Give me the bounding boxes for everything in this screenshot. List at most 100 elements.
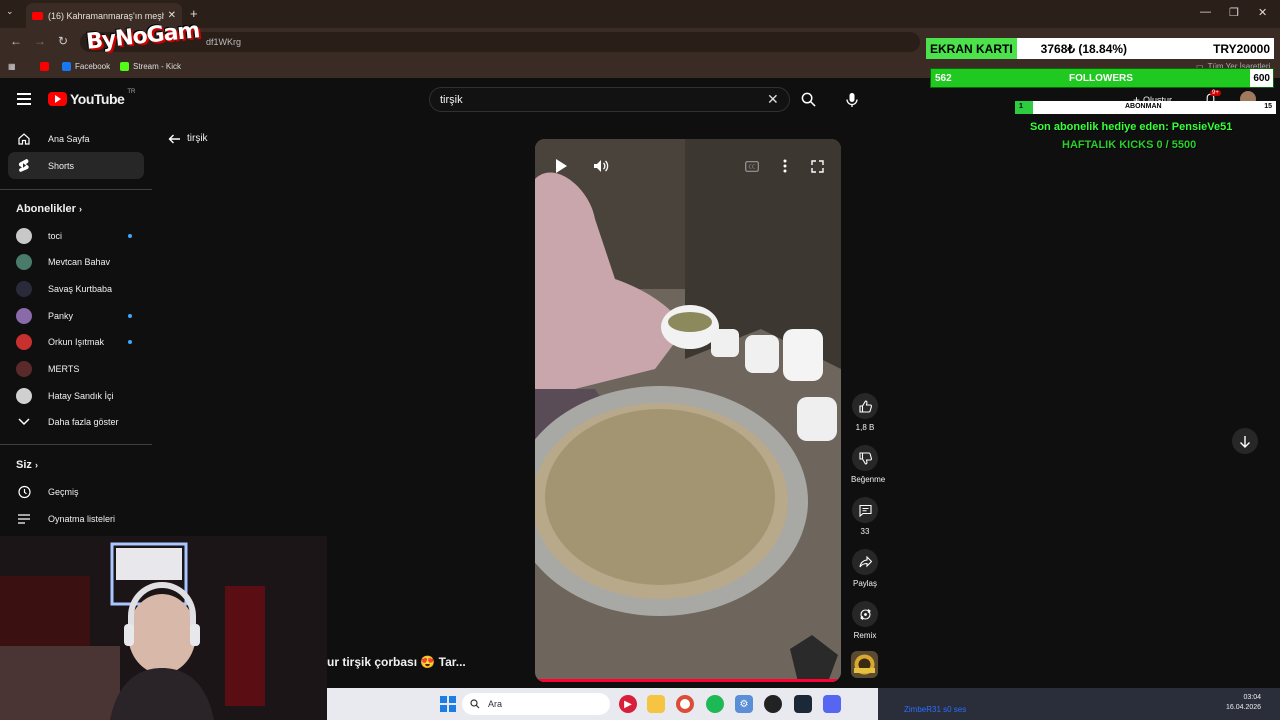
sidebar-item-playlists[interactable]: Oynatma listeleri — [8, 505, 144, 532]
tab-title: (16) Kahramanmaraş'ın meşhur — [48, 10, 164, 21]
show-more-button[interactable]: Daha fazla göster — [8, 408, 144, 435]
back-nav-icon[interactable]: ← — [10, 34, 22, 48]
followers-target: 600 — [1250, 69, 1273, 87]
new-content-dot — [128, 233, 132, 238]
play-icon — [556, 159, 567, 173]
webcam-feed — [0, 536, 327, 720]
video-frame — [535, 139, 841, 682]
youtube-logo[interactable]: YouTube TR — [48, 89, 136, 107]
next-short-button[interactable] — [1232, 428, 1258, 454]
search-button[interactable] — [790, 87, 826, 112]
settings-gear-icon[interactable]: ⚙ — [735, 695, 753, 713]
like-button[interactable]: 1,8 B — [851, 393, 879, 432]
close-tab-icon[interactable]: ✕ — [168, 10, 176, 21]
search-input[interactable]: tirşik — [429, 87, 790, 112]
bookmark-youtube[interactable] — [40, 62, 49, 71]
close-window-button[interactable]: ✕ — [1258, 6, 1267, 19]
bookmark-kick[interactable]: Stream - Kick — [120, 62, 181, 71]
sidebar-item-shorts[interactable]: Shorts — [8, 152, 144, 179]
back-link-label: tirşik — [187, 133, 208, 144]
sidebar-channel-orkun-isitmak[interactable]: Orkun Işıtmak — [8, 328, 144, 355]
webcam-image — [0, 536, 327, 720]
channel-name: MERTS — [48, 363, 80, 374]
back-to-search-link[interactable]: tirşik — [168, 133, 208, 144]
fullscreen-button[interactable] — [805, 156, 829, 176]
history-icon — [16, 484, 32, 500]
taskbar-search-placeholder: Ara — [488, 699, 503, 709]
tray-overlay-text: ZimbeR31 s0 ses — [904, 705, 967, 714]
shorts-icon — [16, 158, 32, 174]
file-explorer-icon[interactable] — [647, 695, 665, 713]
taskbar-search[interactable]: Ara — [462, 693, 610, 715]
sidebar-item-label: Oynatma listeleri — [48, 513, 116, 524]
tab-list-chevron-icon[interactable]: ⌄ — [6, 6, 14, 17]
gpu-goal-target: TRY20000 — [1213, 41, 1270, 56]
comments-button[interactable]: 33 — [851, 497, 879, 536]
url-field[interactable]: df1WKrg — [80, 32, 920, 52]
subscriptions-heading-label: Abonelikler — [16, 203, 76, 215]
subscriptions-heading[interactable]: Abonelikler › — [16, 203, 82, 215]
chevron-down-icon — [16, 414, 32, 430]
sidebar-item-label: Shorts — [48, 160, 75, 171]
subs-current: 1 — [1019, 103, 1023, 110]
volume-button[interactable] — [589, 156, 613, 176]
taskbar-clock[interactable]: 03:04 16.04.2026 — [1226, 693, 1261, 713]
channel-name: Panky — [48, 310, 74, 321]
sidebar-item-history[interactable]: Geçmiş — [8, 478, 144, 505]
bookmark-label: Facebook — [75, 62, 111, 71]
youtube-wordmark: YouTube — [70, 91, 125, 107]
sidebar-channel-panky[interactable]: Panky — [8, 302, 144, 329]
play-button[interactable] — [549, 156, 573, 176]
you-heading[interactable]: Siz › — [16, 459, 38, 471]
clear-search-icon[interactable]: ✕ — [767, 91, 779, 108]
media-player-icon[interactable]: ▶ — [619, 695, 637, 713]
playlist-icon — [16, 511, 32, 527]
spotify-icon[interactable] — [706, 695, 724, 713]
svg-text:CC: CC — [749, 164, 756, 170]
you-heading-label: Siz — [16, 459, 32, 471]
reload-icon[interactable]: ↻ — [58, 34, 68, 48]
subs-label: ABONMAN — [1125, 103, 1162, 110]
arrow-down-icon — [1240, 435, 1250, 448]
chrome-icon[interactable] — [676, 695, 694, 713]
forward-nav-icon[interactable]: → — [34, 34, 46, 48]
apps-grid-icon[interactable]: ▦ — [8, 62, 16, 71]
remix-button[interactable]: Remix — [851, 601, 879, 640]
comment-icon — [852, 497, 878, 523]
sidebar-channel-savas-kurtbaba[interactable]: Savaş Kurtbaba — [8, 275, 144, 302]
sidebar-channel-mevtcan-bahav[interactable]: Mevtcan Bahav — [8, 248, 144, 275]
obs-icon[interactable] — [764, 695, 782, 713]
video-progress-bar[interactable] — [535, 679, 841, 682]
captions-button[interactable]: CC — [740, 156, 764, 176]
share-button[interactable]: Paylaş — [851, 549, 879, 588]
sidebar-channel-toci[interactable]: toci — [8, 222, 144, 249]
sidebar-divider — [0, 189, 152, 190]
channel-name: toci — [48, 230, 63, 241]
notification-badge: 9+ — [1210, 90, 1221, 96]
steam-icon[interactable] — [794, 695, 812, 713]
channel-avatar — [16, 280, 32, 297]
menu-hamburger-icon[interactable] — [17, 93, 31, 108]
show-more-label: Daha fazla göster — [48, 416, 119, 427]
channel-name: Hatay Sandık İçi — [48, 390, 114, 401]
more-options-button[interactable] — [773, 156, 797, 176]
channel-name: Savaş Kurtbaba — [48, 283, 113, 294]
voice-search-button[interactable] — [839, 87, 864, 112]
sidebar-channel-merts[interactable]: MERTS — [8, 355, 144, 382]
short-video-player[interactable]: CC — [535, 139, 841, 682]
dislike-button[interactable]: Beğenme — [851, 445, 885, 484]
arrow-left-icon — [168, 134, 180, 143]
weekly-kicks-text: HAFTALIK KICKS 0 / 5500 — [1062, 139, 1197, 151]
windows-start-icon[interactable] — [440, 696, 456, 712]
sidebar-channel-hatay-sandik-ici[interactable]: Hatay Sandık İçi — [8, 382, 144, 409]
minimize-button[interactable]: — — [1200, 6, 1211, 18]
sound-thumbnail[interactable] — [851, 651, 878, 678]
bookmark-facebook[interactable]: Facebook — [62, 62, 110, 71]
discord-icon[interactable] — [823, 695, 841, 713]
new-content-dot — [128, 339, 132, 344]
subscriber-goal-bar: 1 ABONMAN 15 — [1015, 101, 1276, 114]
region-badge: TR — [127, 89, 136, 95]
sidebar-item-home[interactable]: Ana Sayfa — [8, 125, 144, 152]
short-caption[interactable]: ur tirşik çorbası 😍 Tar... — [327, 655, 466, 669]
restore-button[interactable]: ❐ — [1229, 6, 1239, 19]
